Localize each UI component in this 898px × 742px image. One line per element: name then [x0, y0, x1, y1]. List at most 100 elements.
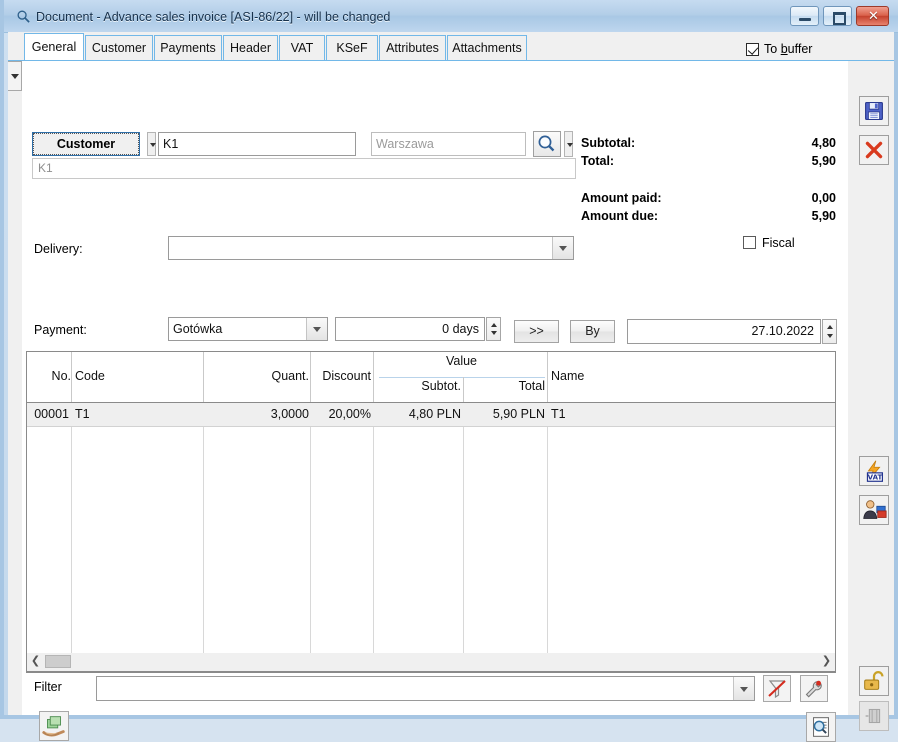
svg-text:VAT: VAT [868, 474, 883, 482]
chevron-down-icon [552, 237, 573, 259]
payment-label: Payment: [34, 323, 87, 337]
red-x-icon [865, 141, 883, 159]
filter-clear-button[interactable] [763, 675, 791, 702]
amount-paid-label: Amount paid: [581, 191, 662, 205]
document-search-icon [17, 10, 30, 23]
fiscal-label: Fiscal [762, 236, 795, 250]
to-buffer-checkbox[interactable]: To buffer [746, 40, 812, 58]
grid-horizontal-scrollbar[interactable]: ❮ ❯ [26, 653, 836, 672]
payment-register-dropdown[interactable] [8, 61, 22, 91]
cancel-button[interactable] [859, 135, 889, 165]
general-tab-page: Customer K1 Warszawa K1 Subtotal: 4,80 T… [8, 61, 894, 742]
amount-due-label: Amount due: [581, 209, 659, 223]
grid-header: No. Code Quant. Discount Value Subtot. T… [27, 352, 835, 403]
grid-column-separator [71, 427, 72, 672]
customer-search-dropdown-arrow[interactable] [564, 131, 573, 157]
total-label: Total: [581, 154, 615, 168]
subtotal-label: Subtotal: [581, 136, 636, 150]
tab-attachments[interactable]: Attachments [447, 35, 527, 61]
magnifier-icon [538, 135, 555, 152]
column-header-subtotal[interactable]: Subtot. [377, 379, 461, 393]
payment-more-button[interactable]: >> [514, 320, 559, 343]
payment-days-input[interactable]: 0 days [335, 317, 485, 341]
to-buffer-label-post: uffer [787, 42, 813, 56]
scroll-left-arrow[interactable]: ❮ [27, 653, 44, 670]
table-row[interactable]: 00001 T1 3,0000 20,00% 4,80 PLN 5,90 PLN… [27, 403, 835, 427]
fiscal-checkbox[interactable]: Fiscal [743, 234, 795, 252]
filter-builder-icon [805, 680, 822, 698]
close-icon: ✕ [868, 8, 879, 23]
column-header-name[interactable]: Name [551, 369, 584, 383]
open-padlock-icon [864, 671, 884, 690]
header-separator [547, 352, 548, 402]
column-header-quant[interactable]: Quant. [222, 369, 309, 383]
customer-code-input[interactable]: K1 [158, 132, 356, 156]
close-button[interactable]: ✕ [856, 6, 889, 26]
vat-icon: VAT [866, 460, 884, 482]
items-grid[interactable]: No. Code Quant. Discount Value Subtot. T… [26, 351, 836, 673]
customer-button[interactable]: Customer [32, 132, 140, 156]
lock-button[interactable] [859, 666, 889, 696]
customer-button-label: Customer [33, 133, 139, 155]
chevron-down-icon [306, 318, 327, 340]
grid-column-separator [373, 427, 374, 672]
person-icon [863, 500, 887, 519]
tab-ksef[interactable]: KSeF [326, 35, 378, 61]
delivery-label: Delivery: [34, 242, 83, 256]
customer-search-button[interactable] [533, 131, 561, 157]
total-value: 5,90 [811, 154, 836, 168]
checkbox-box [746, 43, 759, 56]
column-header-no[interactable]: No. [27, 369, 71, 383]
tab-customer[interactable]: Customer [85, 35, 153, 61]
column-header-total[interactable]: Total [465, 379, 545, 393]
cell-quant: 3,0000 [270, 407, 309, 421]
payment-date-input[interactable]: 27.10.2022 [627, 319, 821, 344]
contractor-button[interactable] [859, 495, 889, 525]
to-buffer-accelerator: b [780, 42, 788, 56]
tab-general[interactable]: General [24, 33, 84, 62]
tab-vat[interactable]: VAT [279, 35, 325, 61]
payment-method-select[interactable]: Gotówka [168, 317, 328, 341]
minimize-button[interactable] [790, 6, 819, 26]
cell-discount: 20,00% [328, 407, 371, 421]
delivery-select[interactable] [168, 236, 574, 260]
filter-builder-button[interactable] [800, 675, 828, 702]
amount-due-value: 5,90 [811, 209, 836, 223]
preview-button[interactable] [806, 712, 836, 742]
value-group-rule [379, 377, 545, 378]
column-header-discount[interactable]: Discount [314, 369, 371, 383]
header-separator [463, 377, 464, 402]
grid-column-separator [547, 427, 548, 672]
payment-days-stepper[interactable] [486, 317, 501, 341]
header-separator [71, 352, 72, 402]
pin-icon-disabled [865, 708, 881, 724]
cell-subtotal: 4,80 PLN [408, 407, 461, 421]
tab-payments[interactable]: Payments [154, 35, 222, 61]
subtotal-value: 4,80 [811, 136, 836, 150]
document-preview-icon [813, 717, 829, 737]
maximize-button[interactable] [823, 6, 852, 26]
save-button[interactable] [859, 96, 889, 126]
payment-by-button[interactable]: By [570, 320, 615, 343]
scroll-right-arrow[interactable]: ❯ [818, 653, 835, 670]
payment-register-button[interactable] [39, 711, 69, 741]
vat-button[interactable]: VAT [859, 456, 889, 486]
payment-date-stepper[interactable] [822, 319, 837, 344]
header-separator [310, 352, 311, 402]
floppy-save-icon [865, 102, 883, 120]
filter-input[interactable] [96, 676, 755, 701]
header-separator [203, 352, 204, 402]
customer-city-input[interactable]: Warszawa [371, 132, 526, 156]
scrollbar-thumb[interactable] [45, 655, 71, 668]
chevron-down-icon [733, 677, 754, 700]
customer-name-field[interactable]: K1 [32, 158, 576, 179]
tab-header[interactable]: Header [223, 35, 278, 61]
column-header-value-group: Value [445, 354, 478, 368]
tab-attributes[interactable]: Attributes [379, 35, 446, 61]
cell-total: 5,90 PLN [492, 407, 545, 421]
cell-name: T1 [551, 407, 566, 421]
payment-method-value: Gotówka [173, 322, 223, 336]
column-header-code[interactable]: Code [75, 369, 105, 383]
application-window: Document - Advance sales invoice [ASI-86… [0, 0, 898, 742]
customer-dropdown-arrow[interactable] [147, 132, 156, 156]
